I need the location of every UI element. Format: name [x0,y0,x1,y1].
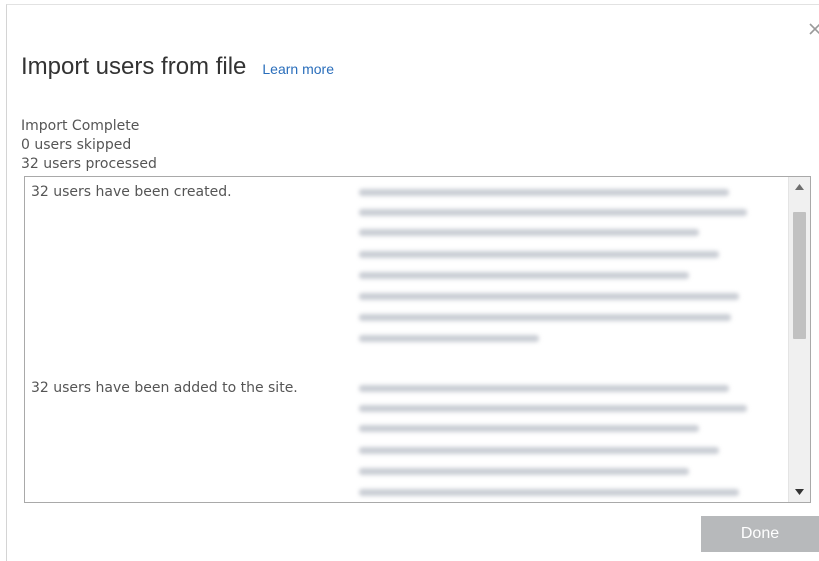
dialog-header: Import users from file Learn more [21,53,334,81]
result-label: 32 users have been added to the site. [31,380,298,396]
result-row-added: 32 users have been added to the site. [25,373,788,502]
import-status: Import Complete 0 users skipped 32 users… [21,117,157,174]
results-content: 32 users have been created. 32 users hav… [25,177,788,502]
done-button[interactable]: Done [701,516,819,552]
users-skipped-text: 0 users skipped [21,137,132,153]
redacted-usernames [355,177,767,353]
status-heading: Import Complete [21,118,140,134]
users-processed-text: 32 users processed [21,156,157,172]
dialog-title: Import users from file [21,53,247,80]
result-label: 32 users have been created. [31,184,232,200]
close-icon[interactable] [807,21,819,37]
result-row-created: 32 users have been created. [25,177,788,357]
scrollbar-thumb[interactable] [793,212,806,339]
redacted-usernames [355,373,767,502]
arrow-down-icon[interactable] [789,482,810,502]
results-scrollbar[interactable] [788,177,810,502]
results-list[interactable]: 32 users have been created. 32 users hav… [24,176,811,503]
learn-more-link[interactable]: Learn more [262,61,334,77]
arrow-up-icon[interactable] [789,177,810,197]
